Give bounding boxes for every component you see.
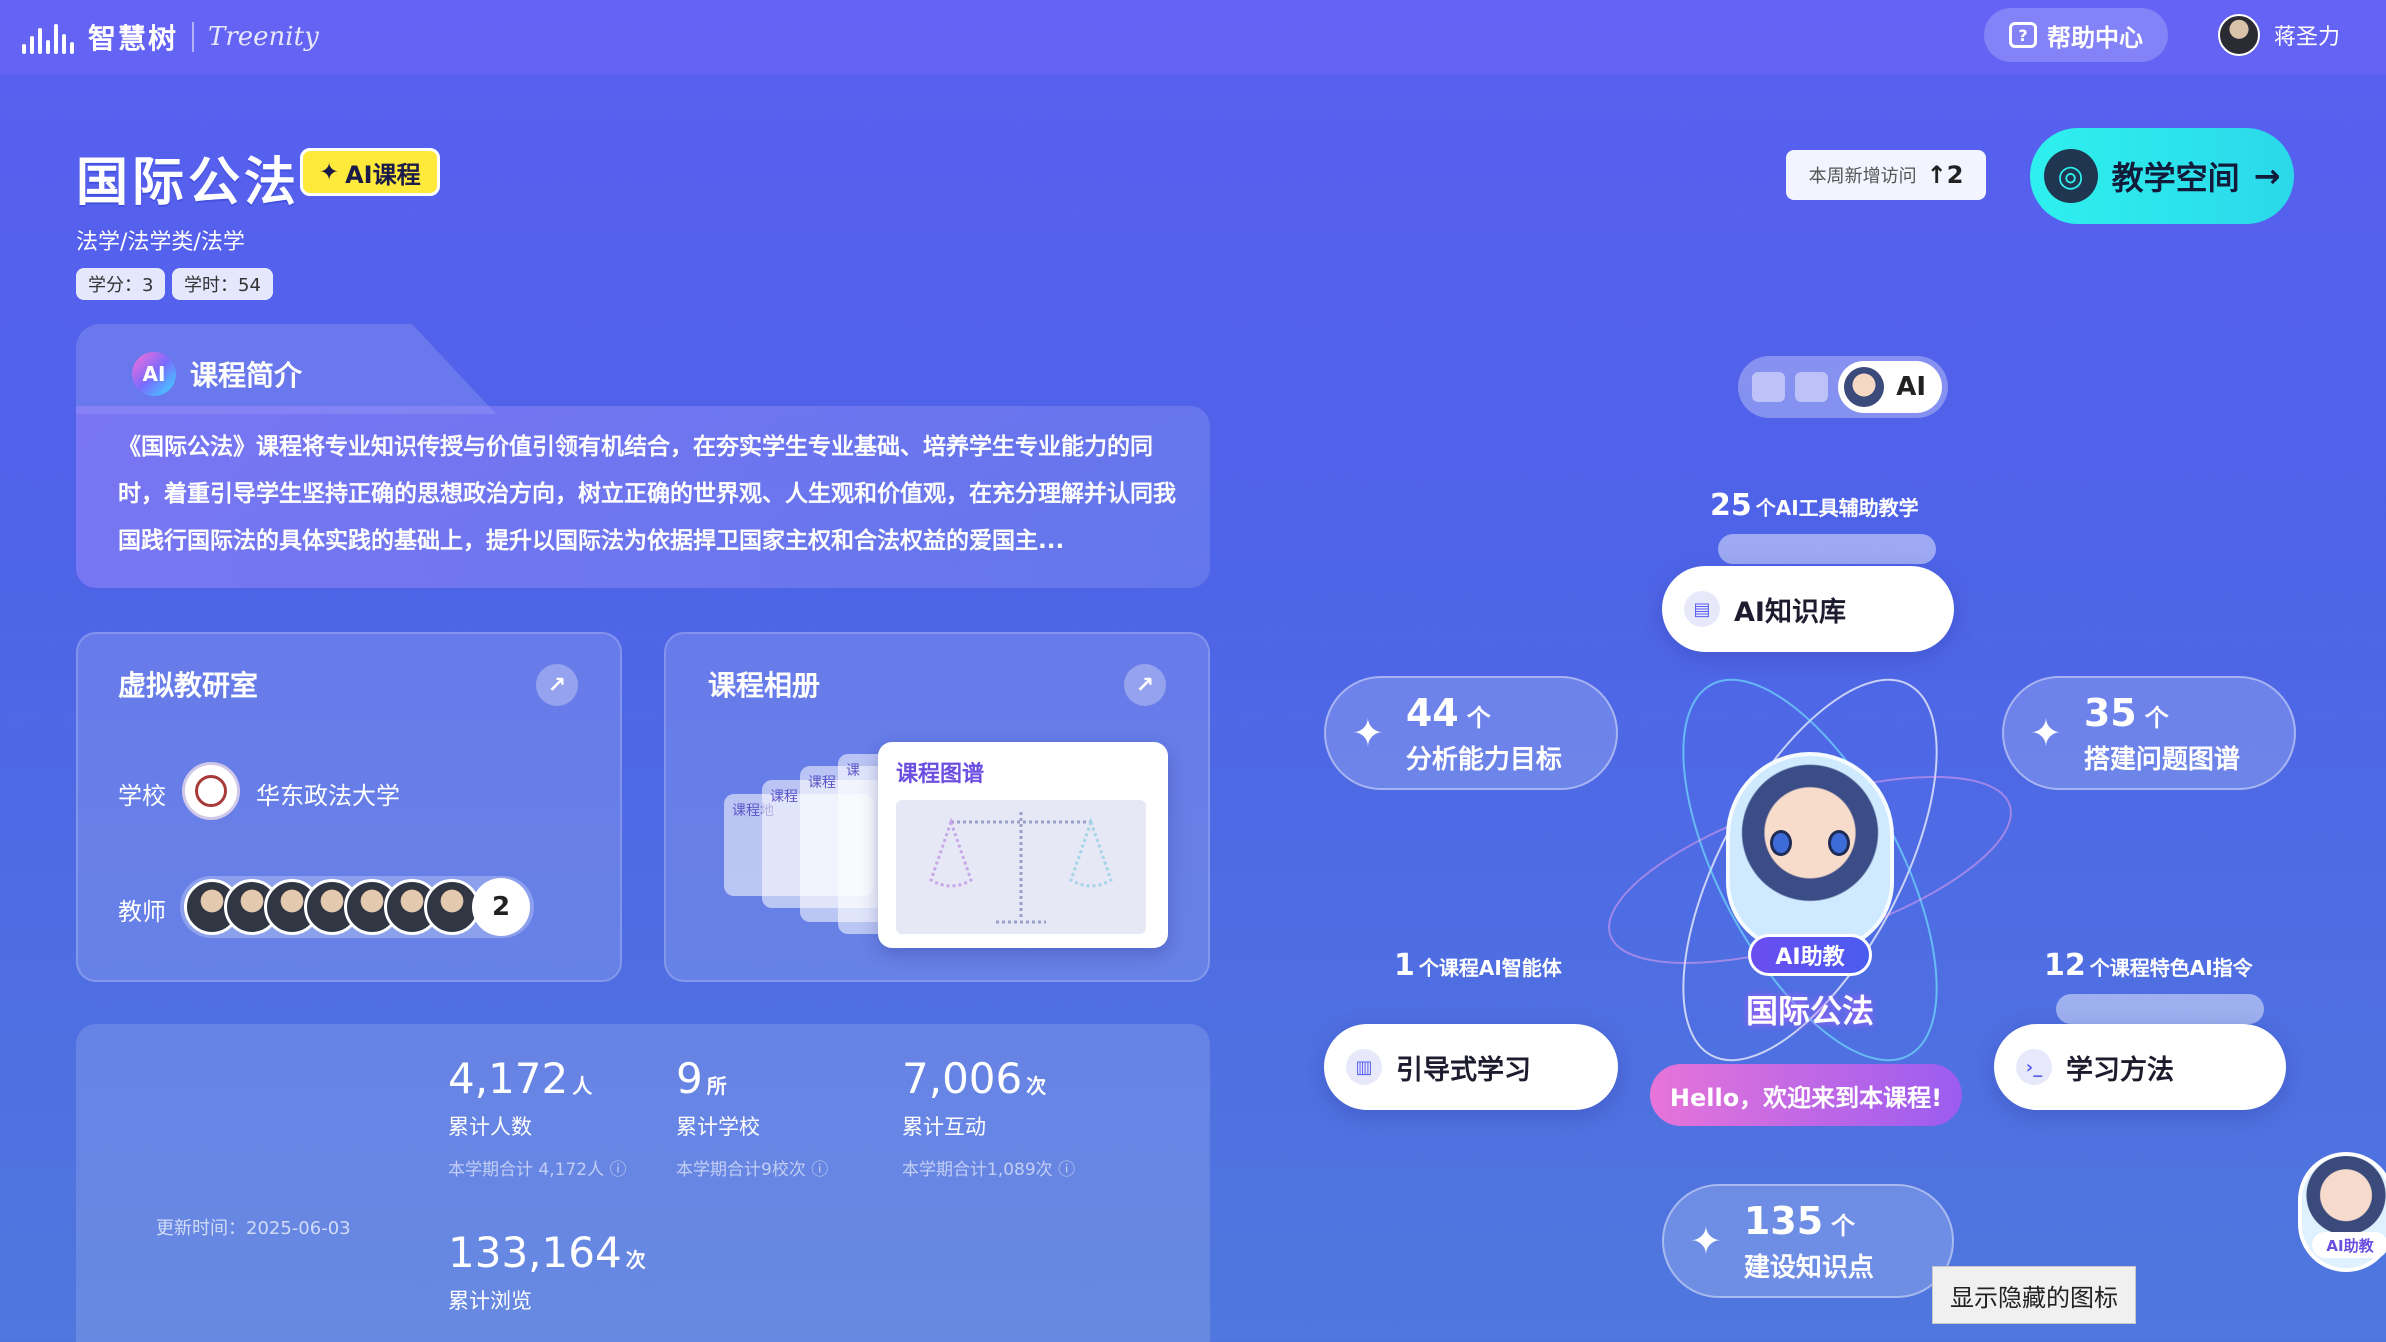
welcome-message[interactable]: Hello，欢迎来到本课程! [1650,1064,1962,1126]
problem-graph-pill[interactable]: ✦ 35 个 搭建问题图谱 [2002,676,2296,790]
sparkle-icon: ✦ [1690,1219,1722,1263]
hours-tag: 学时：54 [172,268,273,300]
sparkle-icon: ✦ [1352,711,1384,755]
stat-total-views: 133,164 次 累计浏览 [448,1228,646,1315]
ai-agents-caption: 1 个课程AI智能体 [1394,948,1562,983]
stat-total-interactions: 7,006 次 累计互动 本学期合计1,089次 ⓘ [902,1054,1075,1180]
more-teachers-count: 2 [472,878,530,936]
stat-total-schools: 9所 累计学校 本学期合计9校次 ⓘ [676,1054,828,1180]
sparkle-icon: ✦ [319,158,340,186]
stat-label: 累计互动 [902,1115,986,1139]
stat-value: 133,164 [448,1228,622,1277]
album-main-sheet[interactable]: 课程图谱 [878,742,1168,948]
update-time: 更新时间：2025-06-03 [156,1218,351,1239]
user-menu[interactable]: 蒋圣力 [2218,12,2340,58]
info-icon[interactable]: ⓘ [811,1160,828,1180]
course-category: 法学/法学类/法学 [76,230,245,255]
stack-shadow [1718,534,1936,564]
study-method-button[interactable]: ›_ 学习方法 [1994,1024,2286,1110]
virtual-lab-title: 虚拟教研室 [118,669,259,702]
ai-commands-caption: 12 个课程特色AI指令 [2044,948,2253,983]
school-label: 学校 [118,782,166,810]
teaching-space-label: 教学空间 [2111,159,2240,197]
school-logo [182,762,240,820]
stat-label: 累计学校 [676,1115,760,1139]
terminal-icon: ›_ [2016,1049,2052,1085]
help-center-label: 帮助中心 [2047,23,2143,52]
intro-header: AI 课程简介 [132,352,302,396]
ai-tools-switcher[interactable]: AI [1738,356,1948,418]
stat-sub: 本学期合计9校次 [676,1160,806,1180]
page-title: 国际公法 [76,153,301,213]
weekly-visits-value: ↑2 [1926,161,1964,189]
logo-english: Treenity [208,22,319,52]
info-icon[interactable]: ⓘ [609,1160,626,1180]
teacher-avatars[interactable]: 2 [180,876,534,938]
guided-learning-button[interactable]: ▥ 引导式学习 [1324,1024,1618,1110]
knowledge-points-pill[interactable]: ✦ 135 个 建设知识点 [1662,1184,1954,1298]
teaching-space-button[interactable]: ◎ 教学空间 → [2030,128,2294,224]
intro-text: 《国际公法》课程将专业知识传授与价值引领有机结合，在夯实学生专业基础、培养学生专… [118,434,1176,554]
logo-divider [192,22,195,52]
ai-helper-tag: AI助教 [1748,934,1872,976]
brand-logo[interactable]: 智慧树 Treenity [22,14,319,60]
school-name: 华东政法大学 [256,782,400,810]
study-method-label: 学习方法 [2066,1054,2174,1086]
ai-tools-caption: 25 个AI工具辅助教学 [1710,488,1919,523]
guided-learning-label: 引导式学习 [1396,1054,1531,1086]
help-center-button[interactable]: ? 帮助中心 [1984,8,2168,62]
arrow-right-icon: → [2253,157,2281,195]
ai-mode-toggle[interactable]: AI [1838,361,1942,413]
ai-course-label: AI课程 [345,160,421,189]
ai-knowledge-base-label: AI知识库 [1734,596,1846,628]
stat-sub: 本学期合计 4,172人 [448,1160,605,1180]
scales-of-justice-image [896,800,1146,934]
document-icon: ▤ [1684,591,1720,627]
album-main-sheet-title: 课程图谱 [896,762,985,787]
floating-ai-helper-label: AI助教 [2312,1232,2386,1258]
robot-eyes [1770,830,1850,856]
ability-goals-pill[interactable]: ✦ 44 个 分析能力目标 [1324,676,1618,790]
stat-unit: 次 [625,1248,646,1272]
stat-unit: 人 [572,1074,593,1098]
weekly-visits-badge: 本周新增访问 ↑2 [1786,150,1986,200]
stat-sub: 本学期合计1,089次 [902,1160,1053,1180]
question-icon: ? [2009,22,2037,48]
soundwave-icon [22,20,74,54]
stat-total-people: 4,172 人 累计人数 本学期合计 4,172人 ⓘ [448,1054,626,1180]
ai-mode-label: AI [1896,372,1926,402]
stat-label: 累计人数 [448,1115,532,1139]
layers-icon[interactable] [1752,372,1786,402]
stack-shadow [2056,994,2264,1024]
intro-heading: 课程简介 [190,359,303,392]
course-album-title: 课程相册 [708,669,821,702]
user-name: 蒋圣力 [2274,25,2341,50]
logo-chinese: 智慧树 [88,22,179,55]
stat-unit: 次 [1026,1074,1047,1098]
stat-value: 4,172 [448,1054,569,1103]
ai-avatar-icon [1844,367,1885,407]
stat-value: 9 [676,1054,703,1103]
info-icon[interactable]: ⓘ [1058,1160,1075,1180]
hub-course-title: 国际公法 [1745,992,1874,1030]
book-icon: ▥ [1346,1049,1382,1085]
globe-icon: ◎ [2043,149,2098,203]
ai-logo-icon: AI [132,352,176,396]
ai-course-badge: ✦ AI课程 [300,148,440,196]
credits-tag: 学分：3 [76,268,166,300]
weekly-visits-label: 本周新增访问 [1808,166,1917,187]
open-lab-button[interactable]: ↗ [536,664,578,706]
stat-value: 7,006 [902,1054,1023,1103]
sparkle-icon: ✦ [2030,711,2062,755]
stat-label: 累计浏览 [448,1289,532,1313]
tooltip: 显示隐藏的图标 [1932,1266,2136,1324]
ai-knowledge-base-button[interactable]: ▤ AI知识库 [1662,566,1954,652]
presentation-icon[interactable] [1795,372,1829,402]
open-album-button[interactable]: ↗ [1124,664,1166,706]
stat-unit: 所 [706,1074,727,1098]
teacher-label: 教师 [118,898,166,926]
avatar [2218,14,2260,56]
